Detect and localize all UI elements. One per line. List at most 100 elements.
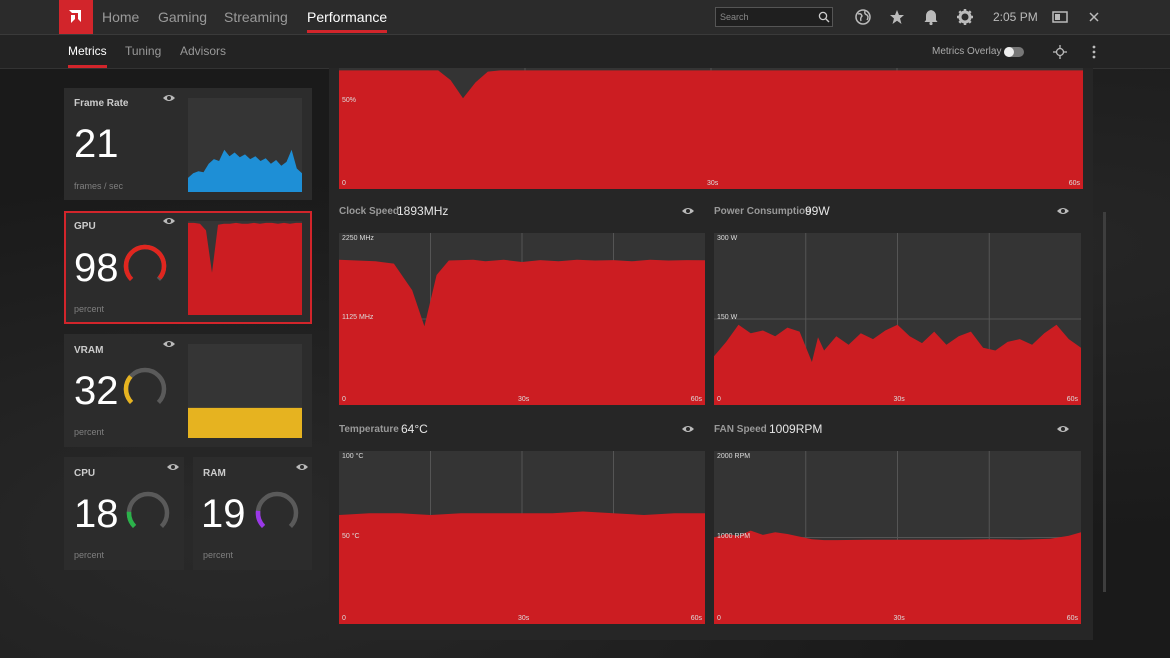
gauge-arc — [123, 374, 134, 405]
nav-tab-performance[interactable]: Performance — [307, 0, 388, 34]
chart-plot — [339, 233, 705, 405]
ram-value: 19 — [201, 492, 246, 536]
eye-icon[interactable] — [295, 462, 309, 472]
cpu-gauge — [126, 491, 170, 529]
more-vertical-icon[interactable] — [1088, 44, 1100, 60]
bell-icon[interactable] — [922, 8, 940, 26]
nav-tab-gaming[interactable]: Gaming — [158, 0, 207, 34]
vram-unit: percent — [74, 427, 105, 437]
globe-icon[interactable] — [854, 8, 872, 26]
chart-plot — [339, 68, 1083, 189]
clock-time: 2:05 PM — [993, 10, 1038, 24]
x-tick-label: 0 — [342, 396, 346, 403]
metrics-overlay-toggle[interactable] — [1004, 47, 1024, 57]
eye-icon[interactable] — [1056, 206, 1070, 216]
vram-value: 32 — [74, 369, 119, 413]
search-box — [715, 7, 833, 27]
y-tick-label: 50% — [342, 97, 357, 104]
crosshair-icon[interactable] — [1053, 45, 1067, 59]
clock-speed-title: Clock Speed — [339, 206, 400, 217]
vram-area — [188, 407, 302, 438]
eye-icon[interactable] — [162, 93, 176, 103]
y-tick-label: 150 W — [717, 314, 738, 321]
tab-tuning[interactable]: Tuning — [125, 35, 161, 68]
gpu-area — [188, 222, 302, 315]
chart-plot — [339, 451, 705, 624]
power-consumption-chart: 300 W 150 W 0 30s 60s — [714, 233, 1081, 405]
nav-tab-streaming[interactable]: Streaming — [224, 0, 288, 34]
frame-rate-unit: frames / sec — [74, 181, 124, 191]
gpu-utilization-chart: 50% 0 30s 60s — [339, 68, 1083, 189]
series-area — [714, 324, 1081, 405]
x-tick-label: 30s — [707, 180, 719, 187]
frame-rate-mini-chart — [188, 98, 302, 192]
vram-card[interactable]: VRAM 32 percent — [64, 334, 312, 447]
power-consumption-value: 99W — [805, 204, 830, 218]
gauge-arc — [123, 244, 167, 282]
fan-speed-chart: 2000 RPM 1000 RPM 0 30s 60s — [714, 451, 1081, 624]
eye-icon[interactable] — [681, 206, 695, 216]
eye-icon[interactable] — [162, 339, 176, 349]
eye-icon[interactable] — [681, 424, 695, 434]
x-tick-label: 60s — [1068, 180, 1080, 187]
x-tick-label: 0 — [717, 615, 721, 622]
vram-mini-chart — [188, 344, 302, 438]
scrollbar[interactable] — [1103, 212, 1106, 592]
eye-icon[interactable] — [166, 462, 180, 472]
gpu-value: 98 — [74, 246, 119, 290]
tab-metrics[interactable]: Metrics — [68, 35, 107, 68]
ram-title: RAM — [203, 468, 226, 479]
frame-rate-card[interactable]: Frame Rate 21 frames / sec — [64, 88, 312, 200]
search-icon[interactable] — [818, 11, 830, 23]
x-tick-label: 30s — [893, 615, 905, 622]
metrics-detail-panel: 50% 0 30s 60s Clock Speed 1893MHz 2250 MHz 1… — [329, 68, 1093, 640]
cpu-card[interactable]: CPU 18 percent — [64, 457, 184, 570]
x-tick-label: 60s — [690, 396, 702, 403]
minimize-window-icon[interactable] — [1051, 8, 1069, 26]
gpu-card[interactable]: GPU 98 percent — [64, 211, 312, 324]
metrics-overlay-label: Metrics Overlay — [932, 46, 1002, 57]
amd-logo-icon[interactable] — [59, 0, 93, 34]
search-input[interactable] — [720, 10, 812, 24]
eye-icon[interactable] — [1056, 424, 1070, 434]
y-tick-label: 2250 MHz — [342, 235, 374, 242]
ram-unit: percent — [203, 550, 234, 560]
gpu-unit: percent — [74, 304, 105, 314]
y-tick-label: 300 W — [717, 235, 738, 242]
gpu-gauge — [123, 244, 167, 282]
gpu-title: GPU — [74, 221, 96, 232]
y-tick-label: 100 °C — [342, 453, 364, 460]
chart-plot — [714, 233, 1081, 405]
vram-gauge — [123, 367, 167, 405]
cpu-title: CPU — [74, 468, 96, 479]
close-icon[interactable] — [1085, 8, 1103, 26]
star-icon[interactable] — [888, 8, 906, 26]
vram-title: VRAM — [74, 345, 104, 356]
x-tick-label: 30s — [893, 396, 905, 403]
tab-advisors[interactable]: Advisors — [180, 35, 226, 68]
gauge-track — [255, 491, 299, 529]
frame-rate-area — [188, 149, 302, 192]
frame-rate-value: 21 — [74, 122, 119, 166]
temperature-chart: 100 °C 50 °C 0 30s 60s — [339, 451, 705, 624]
y-tick-label: 1125 MHz — [342, 314, 374, 321]
ram-card[interactable]: RAM 19 percent — [193, 457, 312, 570]
frame-rate-title: Frame Rate — [74, 98, 129, 109]
y-tick-label: 50 °C — [342, 532, 360, 540]
power-consumption-title: Power Consumption — [714, 206, 812, 217]
chart-plot — [714, 451, 1081, 624]
nav-tab-home[interactable]: Home — [102, 0, 139, 34]
x-tick-label: 60s — [1066, 615, 1078, 622]
eye-icon[interactable] — [162, 216, 176, 226]
x-tick-label: 30s — [518, 615, 530, 622]
y-tick-label: 2000 RPM — [717, 453, 751, 460]
ram-gauge — [255, 491, 299, 529]
temperature-title: Temperature — [339, 424, 399, 435]
series-area — [714, 530, 1081, 624]
x-tick-label: 0 — [717, 396, 721, 403]
x-tick-label: 60s — [1066, 396, 1078, 403]
gear-icon[interactable] — [956, 8, 974, 26]
gauge-arc — [255, 510, 266, 529]
gauge-track — [126, 491, 170, 529]
top-navigation-bar: Home Gaming Streaming Performance 2:05 P… — [0, 0, 1170, 35]
